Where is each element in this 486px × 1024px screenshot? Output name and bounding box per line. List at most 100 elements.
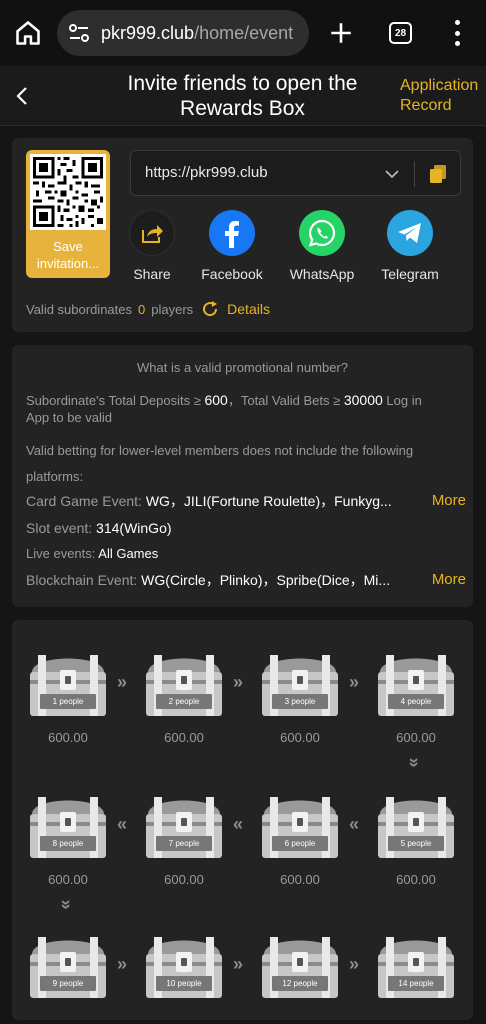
facebook-label: Facebook <box>201 266 263 282</box>
invite-card: Save invitation... https://pkr999.club S… <box>12 138 473 332</box>
tab-switcher-button[interactable]: 28 <box>389 22 412 44</box>
address-bar[interactable]: pkr999.club/home/event <box>57 10 309 56</box>
players-label: players <box>151 301 194 317</box>
chest-label: 6 people <box>284 839 316 848</box>
telegram-icon <box>387 210 433 256</box>
treasure-chest-12[interactable]: 12 people <box>258 932 342 1002</box>
rule-deposit-line: Subordinate's Total Deposits ≥ 600，Total… <box>26 391 466 410</box>
arrow-right-icon: » <box>349 672 360 692</box>
url-path: /home/event <box>194 22 294 43</box>
deposit-threshold: 600 <box>204 392 228 408</box>
arrow-down-icon: » <box>56 899 77 910</box>
copy-icon[interactable] <box>429 164 447 184</box>
whatsapp-icon <box>299 210 345 256</box>
page-header: Invite friends to open the Rewards Box A… <box>0 66 486 126</box>
treasure-chest-icon <box>30 655 106 716</box>
whatsapp-label: WhatsApp <box>289 266 355 282</box>
details-link[interactable]: Details <box>227 301 270 317</box>
treasure-chest-icon <box>146 655 222 716</box>
url-host: pkr999.club <box>101 22 195 43</box>
valid-subordinates-label: Valid subordinates <box>26 301 132 317</box>
treasure-chest-icon <box>378 797 454 858</box>
save-invitation-button[interactable]: Save invitation... <box>26 150 110 278</box>
live-row: Live events: All Games <box>26 545 466 563</box>
overflow-menu-icon[interactable] <box>449 20 465 46</box>
treasure-chest-icon <box>146 937 222 998</box>
arrow-right-icon: » <box>233 954 244 974</box>
chest-value: 600.00 <box>164 872 204 887</box>
home-icon[interactable] <box>14 19 42 47</box>
chest-value: 600.00 <box>280 730 320 745</box>
treasure-chest-10[interactable]: 10 people <box>142 932 226 1002</box>
rules-card: What is a valid promotional number? Subo… <box>12 345 473 607</box>
facebook-share-button[interactable]: Facebook <box>192 210 272 282</box>
whatsapp-share-button[interactable]: WhatsApp <box>282 210 362 282</box>
rule-text: Subordinate's Total Deposits ≥ <box>26 393 205 408</box>
treasure-chest-1[interactable]: 1 people 600.00 <box>26 650 110 745</box>
chest-label: 4 people <box>400 697 432 706</box>
treasure-chest-7[interactable]: 7 people 600.00 <box>142 792 226 887</box>
card-game-value: WG，JILI(Fortune Roulette)，Funkyg... <box>145 493 392 509</box>
slot-label: Slot event: <box>26 520 97 536</box>
invite-link-select[interactable]: https://pkr999.club <box>130 150 461 196</box>
valid-subordinates-row: Valid subordinates 0 players Details <box>26 300 270 318</box>
refresh-icon[interactable] <box>201 300 219 318</box>
chevron-down-icon[interactable] <box>383 165 401 183</box>
treasure-chest-9[interactable]: 9 people <box>26 932 110 1002</box>
valid-subordinates-count: 0 <box>138 301 146 317</box>
browser-toolbar: pkr999.club/home/event 28 <box>0 0 486 66</box>
bet-threshold: 30000 <box>343 392 383 408</box>
arrow-right-icon: » <box>233 672 244 692</box>
facebook-icon <box>209 210 255 256</box>
card-game-row: Card Game Event: WG，JILI(Fortune Roulett… <box>26 492 466 510</box>
blockchain-value: WG(Circle，Plinko)，Spribe(Dice，Mi... <box>141 572 391 588</box>
treasure-chest-3[interactable]: 3 people 600.00 <box>258 650 342 745</box>
live-value: All Games <box>98 546 159 561</box>
arrow-left-icon: « <box>117 814 128 834</box>
chest-label: 5 people <box>400 839 432 848</box>
arrow-left-icon: « <box>233 814 244 834</box>
arrow-left-icon: « <box>349 814 360 834</box>
chest-value: 600.00 <box>164 730 204 745</box>
chest-label: 1 people <box>52 697 84 706</box>
treasure-chest-2[interactable]: 2 people 600.00 <box>142 650 226 745</box>
treasure-chest-8[interactable]: 8 people 600.00 <box>26 792 110 887</box>
chest-label: 7 people <box>168 839 200 848</box>
invite-link-text: https://pkr999.club <box>145 164 268 181</box>
rules-title: What is a valid promotional number? <box>137 360 348 375</box>
share-button[interactable]: Share <box>112 210 192 282</box>
page-title: Invite friends to open the Rewards Box <box>127 72 358 120</box>
rule-text: App to be valid <box>26 410 113 425</box>
card-game-label: Card Game Event: <box>26 493 146 509</box>
back-arrow-icon[interactable] <box>12 82 34 110</box>
card-game-more-link[interactable]: More <box>429 492 466 510</box>
chest-value: 600.00 <box>396 730 436 745</box>
divider <box>414 161 415 187</box>
save-invitation-label: Save invitation... <box>36 239 100 271</box>
site-settings-icon[interactable] <box>67 21 91 45</box>
qr-code-image <box>30 154 106 230</box>
treasure-chest-icon <box>30 937 106 998</box>
chest-value: 600.00 <box>280 872 320 887</box>
arrow-right-icon: » <box>117 672 128 692</box>
chest-value: 600.00 <box>48 730 88 745</box>
rule-text: platforms: <box>26 469 84 484</box>
share-label: Share <box>133 266 171 282</box>
treasure-chest-14[interactable]: 14 people <box>374 932 458 1002</box>
chest-value: 600.00 <box>48 872 88 887</box>
treasure-chest-4[interactable]: 4 people 600.00 <box>374 650 458 745</box>
application-record-link[interactable]: Application Record <box>400 76 480 116</box>
blockchain-label: Blockchain Event: <box>26 572 142 588</box>
slot-value: 314(WinGo) <box>96 520 172 536</box>
treasure-chest-5[interactable]: 5 people 600.00 <box>374 792 458 887</box>
blockchain-more-link[interactable]: More <box>429 571 466 589</box>
rule-text: ，Total Valid Bets ≥ <box>227 393 344 408</box>
telegram-share-button[interactable]: Telegram <box>370 210 450 282</box>
chest-label: 2 people <box>168 697 200 706</box>
treasure-chest-icon <box>262 937 338 998</box>
chest-label: 9 people <box>52 979 84 988</box>
chest-label: 10 people <box>166 979 202 988</box>
treasure-chest-icon <box>262 655 338 716</box>
new-tab-icon[interactable] <box>328 20 354 46</box>
treasure-chest-6[interactable]: 6 people 600.00 <box>258 792 342 887</box>
